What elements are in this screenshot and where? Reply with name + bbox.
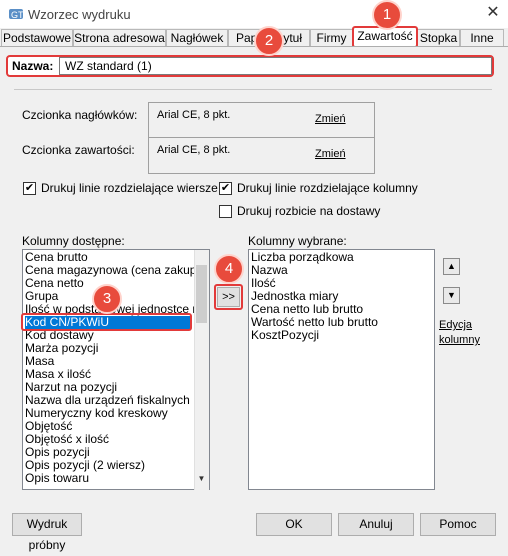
header-font-change-link[interactable]: Zmień xyxy=(315,113,346,125)
window-title: Wzorzec wydruku xyxy=(28,7,131,22)
tab-inne[interactable]: Inne xyxy=(460,29,504,46)
content-font-label: Czcionka zawartości: xyxy=(22,143,135,157)
deliveries-label: Drukuj rozbicie na dostawy xyxy=(237,204,381,218)
preview-print-button[interactable]: Wydruk próbny xyxy=(12,513,82,552)
move-down-button[interactable]: ▼ xyxy=(443,287,460,304)
header-font-box: Arial CE, 8 pkt. Zmień xyxy=(148,102,375,139)
header-font-label: Czcionka nagłówków: xyxy=(22,108,138,122)
step-badge-4: 4 xyxy=(214,254,244,284)
move-button-highlight xyxy=(214,284,243,310)
step-badge-1: 1 xyxy=(372,0,402,30)
column-lines-label: Drukuj linie rozdzielające kolumny xyxy=(237,181,418,195)
tab-podstawowe[interactable]: Podstawowe xyxy=(1,29,73,46)
name-label: Nazwa: xyxy=(12,59,54,73)
edit-columns-line2: kolumny xyxy=(439,334,480,346)
separator xyxy=(14,89,492,90)
selected-item-highlight xyxy=(21,313,192,331)
column-lines-checkbox[interactable]: ✔ xyxy=(219,182,232,195)
tab-strona-adresowa[interactable]: Strona adresowa xyxy=(73,29,166,46)
chosen-columns-list[interactable]: Liczba porządkowa Nazwa Ilość Jednostka … xyxy=(248,249,435,490)
list-item[interactable]: Opis towaru xyxy=(25,472,89,485)
name-input[interactable]: WZ standard (1) xyxy=(59,57,492,75)
ok-button[interactable]: OK xyxy=(256,513,332,536)
step-badge-3: 3 xyxy=(92,284,122,314)
available-columns-label: Kolumny dostępne: xyxy=(22,234,125,248)
svg-text:GT: GT xyxy=(11,10,24,20)
tab-firmy[interactable]: Firmy xyxy=(310,29,353,46)
edit-columns-line1: Edycja xyxy=(439,319,473,331)
app-icon: GT xyxy=(9,9,24,20)
tab-stopka[interactable]: Stopka xyxy=(417,29,460,46)
deliveries-checkbox[interactable] xyxy=(219,205,232,218)
list-item[interactable]: KosztPozycji xyxy=(251,329,319,342)
help-button[interactable]: Pomoc xyxy=(420,513,496,536)
row-lines-label: Drukuj linie rozdzielające wiersze xyxy=(41,181,218,195)
edit-columns-link[interactable]: Edycja kolumny xyxy=(439,318,480,348)
tab-naglowek[interactable]: Nagłówek xyxy=(166,29,228,46)
step-badge-2: 2 xyxy=(254,26,284,56)
chosen-columns-label: Kolumny wybrane: xyxy=(248,234,347,248)
content-font-box: Arial CE, 8 pkt. Zmień xyxy=(148,137,375,174)
content-font-value: Arial CE, 8 pkt. xyxy=(157,144,231,156)
close-icon[interactable]: ✕ xyxy=(484,4,502,22)
cancel-button[interactable]: Anuluj xyxy=(338,513,414,536)
move-up-button[interactable]: ▲ xyxy=(443,258,460,275)
header-font-value: Arial CE, 8 pkt. xyxy=(157,109,231,121)
available-columns-list[interactable]: Cena brutto Cena magazynowa (cena zakupu… xyxy=(22,249,210,490)
content-font-change-link[interactable]: Zmień xyxy=(315,148,346,160)
scrollbar-thumb[interactable] xyxy=(196,265,207,323)
scroll-down-icon[interactable]: ▼ xyxy=(196,474,207,486)
row-lines-checkbox[interactable]: ✔ xyxy=(23,182,36,195)
